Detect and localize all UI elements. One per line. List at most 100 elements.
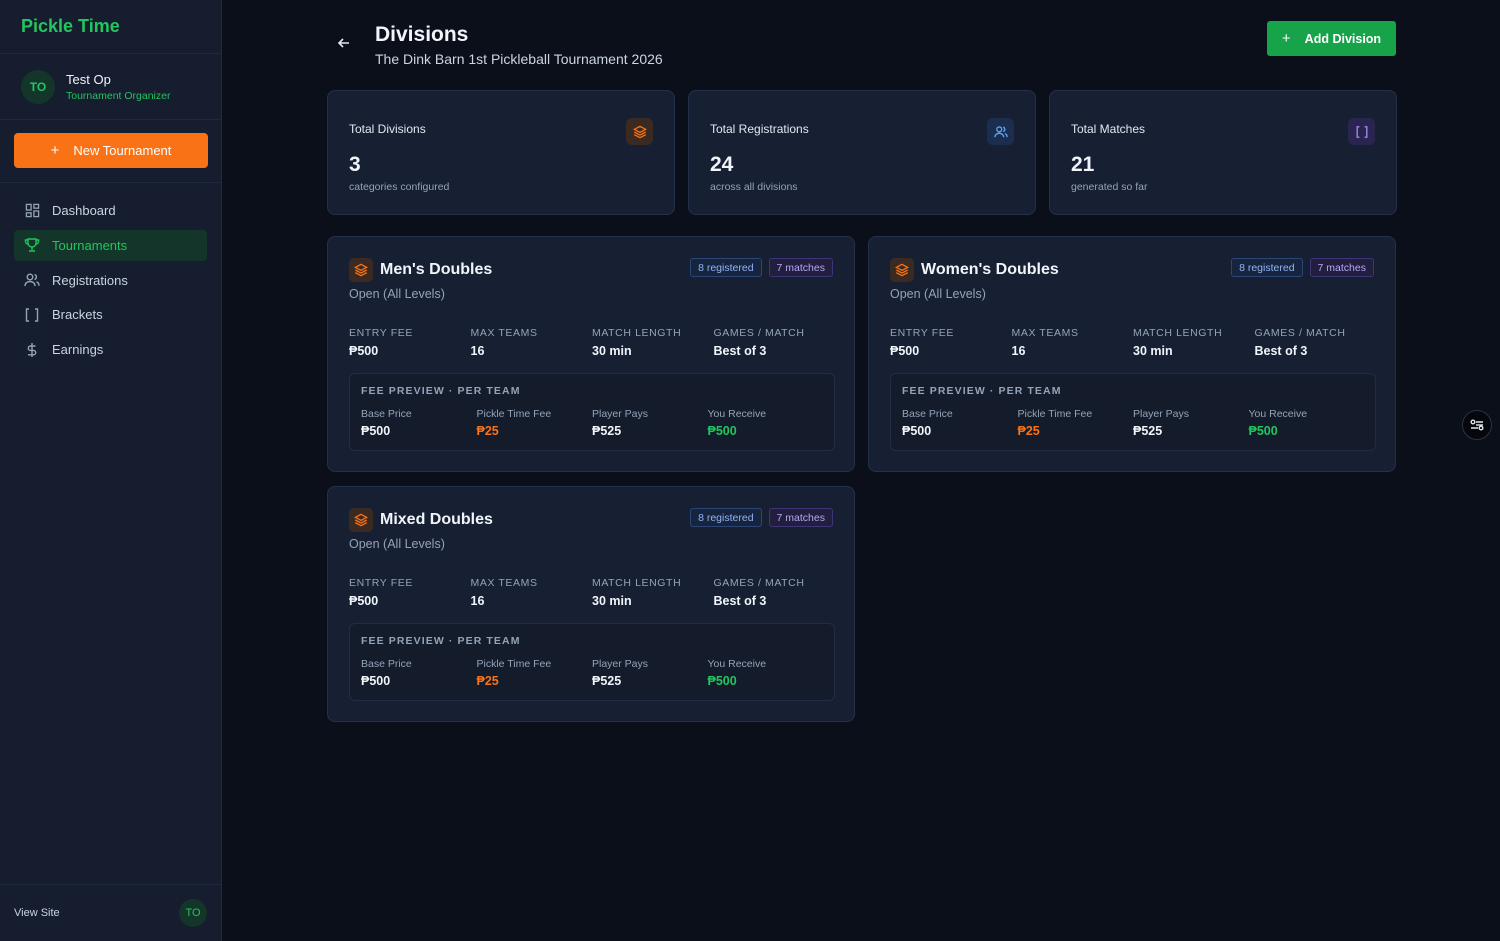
stat-value: 3 (349, 153, 361, 176)
stat-label: Total Registrations (710, 122, 809, 136)
fee-value: ₱500 (707, 674, 737, 688)
fee-value: ₱25 (1017, 424, 1040, 438)
spec-label: GAMES / MATCH (713, 577, 805, 589)
stat-label: Total Divisions (349, 122, 426, 136)
avatar: TO (21, 69, 55, 104)
stat-value: 21 (1071, 153, 1095, 176)
fee-preview-title: FEE PREVIEW · PER TEAM (361, 385, 521, 397)
division-title: Mixed Doubles (380, 511, 493, 528)
sidebar-nav: Dashboard Tournaments Registrations Brac… (0, 183, 221, 381)
spec-label: MATCH LENGTH (592, 327, 682, 339)
spec-value: 30 min (592, 594, 632, 608)
fee-preview: FEE PREVIEW · PER TEAM Base Price ₱500 Pi… (890, 373, 1376, 451)
sidebar-item-label: Registrations (52, 272, 128, 288)
user-role: Tournament Organizer (66, 89, 171, 102)
sidebar-item-label: Tournaments (52, 237, 128, 253)
fee-label: Pickle Time Fee (476, 658, 552, 670)
stat-card-divisions: Total Divisions 3 categories configured (327, 90, 675, 215)
sidebar: Pickle Time TO Test Op Tournament Organi… (0, 0, 222, 941)
grid-icon (24, 203, 40, 219)
dollar-icon (24, 342, 40, 358)
page-header: Divisions The Dink Barn 1st Pickleball T… (327, 20, 1396, 70)
spec-value: 30 min (592, 344, 632, 358)
sidebar-item-registrations[interactable]: Registrations (14, 265, 207, 296)
stat-card-matches: Total Matches 21 generated so far (1049, 90, 1397, 215)
division-level: Open (All Levels) (349, 537, 445, 551)
add-division-label: Add Division (1304, 31, 1382, 46)
spec-label: ENTRY FEE (349, 327, 413, 339)
fee-label: Pickle Time Fee (1017, 408, 1093, 420)
users-icon (24, 272, 40, 288)
fee-value: ₱500 (361, 424, 391, 438)
spec-label: ENTRY FEE (890, 327, 954, 339)
stat-label: Total Matches (1071, 122, 1146, 136)
fee-label: Pickle Time Fee (476, 408, 552, 420)
spec-value: 16 (470, 594, 485, 608)
fee-value: ₱500 (902, 424, 932, 438)
spec-value: Best of 3 (713, 594, 767, 608)
spec-value: 16 (470, 344, 485, 358)
user-profile[interactable]: TO Test Op Tournament Organizer (0, 54, 221, 120)
spec-value: ₱500 (349, 344, 379, 358)
sidebar-item-tournaments[interactable]: Tournaments (14, 229, 207, 261)
brand-logo[interactable]: Pickle Time (0, 0, 221, 54)
layers-icon (626, 118, 653, 145)
fee-value: ₱25 (476, 424, 499, 438)
settings-toggle-icon[interactable] (1462, 410, 1492, 440)
page-subtitle: The Dink Barn 1st Pickleball Tournament … (375, 51, 663, 67)
sidebar-item-earnings[interactable]: Earnings (14, 334, 207, 365)
avatar[interactable]: TO (179, 899, 207, 927)
fee-label: Player Pays (1133, 408, 1190, 420)
spec-label: MATCH LENGTH (1133, 327, 1223, 339)
fee-value: ₱25 (476, 674, 499, 688)
view-site-link[interactable]: View Site (14, 907, 60, 919)
spec-label: GAMES / MATCH (713, 327, 805, 339)
layers-icon (349, 258, 373, 282)
back-arrow-icon[interactable] (337, 36, 351, 50)
spec-label: MAX TEAMS (470, 577, 538, 589)
layers-icon (890, 258, 914, 282)
stat-sub: generated so far (1071, 181, 1148, 193)
fee-value: ₱525 (592, 424, 622, 438)
add-division-button[interactable]: + Add Division (1267, 21, 1396, 56)
spec-value: Best of 3 (713, 344, 767, 358)
stat-sub: across all divisions (710, 181, 798, 193)
fee-label: You Receive (707, 408, 767, 420)
sidebar-item-dashboard[interactable]: Dashboard (14, 195, 207, 226)
division-title: Women's Doubles (921, 261, 1059, 278)
spec-label: MAX TEAMS (1011, 327, 1079, 339)
matches-badge: 7 matches (768, 258, 833, 277)
trophy-icon (24, 237, 40, 253)
division-level: Open (All Levels) (890, 287, 986, 301)
stat-sub: categories configured (349, 181, 450, 193)
spec-label: ENTRY FEE (349, 577, 413, 589)
registered-badge: 8 registered (1231, 258, 1303, 277)
new-tournament-button[interactable]: + New Tournament (14, 133, 208, 168)
sidebar-item-label: Earnings (52, 342, 104, 358)
fee-label: Base Price (361, 408, 412, 420)
user-name: Test Op (66, 71, 111, 87)
fee-value: ₱500 (361, 674, 391, 688)
fee-label: Player Pays (592, 658, 649, 670)
division-card-mens-doubles[interactable]: Men's Doubles Open (All Levels) 8 regist… (327, 236, 855, 472)
fee-label: Player Pays (592, 408, 649, 420)
matches-badge: 7 matches (768, 508, 833, 527)
division-title: Men's Doubles (380, 261, 493, 278)
spec-value: 30 min (1133, 344, 1173, 358)
sidebar-item-label: Brackets (52, 307, 103, 323)
division-card-womens-doubles[interactable]: Women's Doubles Open (All Levels) 8 regi… (868, 236, 1396, 472)
fee-label: You Receive (707, 658, 767, 670)
fee-preview: FEE PREVIEW · PER TEAM Base Price ₱500 Pi… (349, 373, 835, 451)
fee-preview-title: FEE PREVIEW · PER TEAM (902, 385, 1062, 397)
brackets-icon (1348, 118, 1375, 145)
division-level: Open (All Levels) (349, 287, 445, 301)
fee-preview: FEE PREVIEW · PER TEAM Base Price ₱500 Pi… (349, 623, 835, 701)
spec-value: ₱500 (349, 594, 379, 608)
fee-value: ₱525 (1133, 424, 1163, 438)
spec-label: MATCH LENGTH (592, 577, 682, 589)
spec-value: 16 (1011, 344, 1026, 358)
division-card-mixed-doubles[interactable]: Mixed Doubles Open (All Levels) 8 regist… (327, 486, 855, 722)
stat-value: 24 (710, 153, 734, 176)
sidebar-item-brackets[interactable]: Brackets (14, 299, 207, 330)
plus-icon: + (1281, 30, 1291, 47)
